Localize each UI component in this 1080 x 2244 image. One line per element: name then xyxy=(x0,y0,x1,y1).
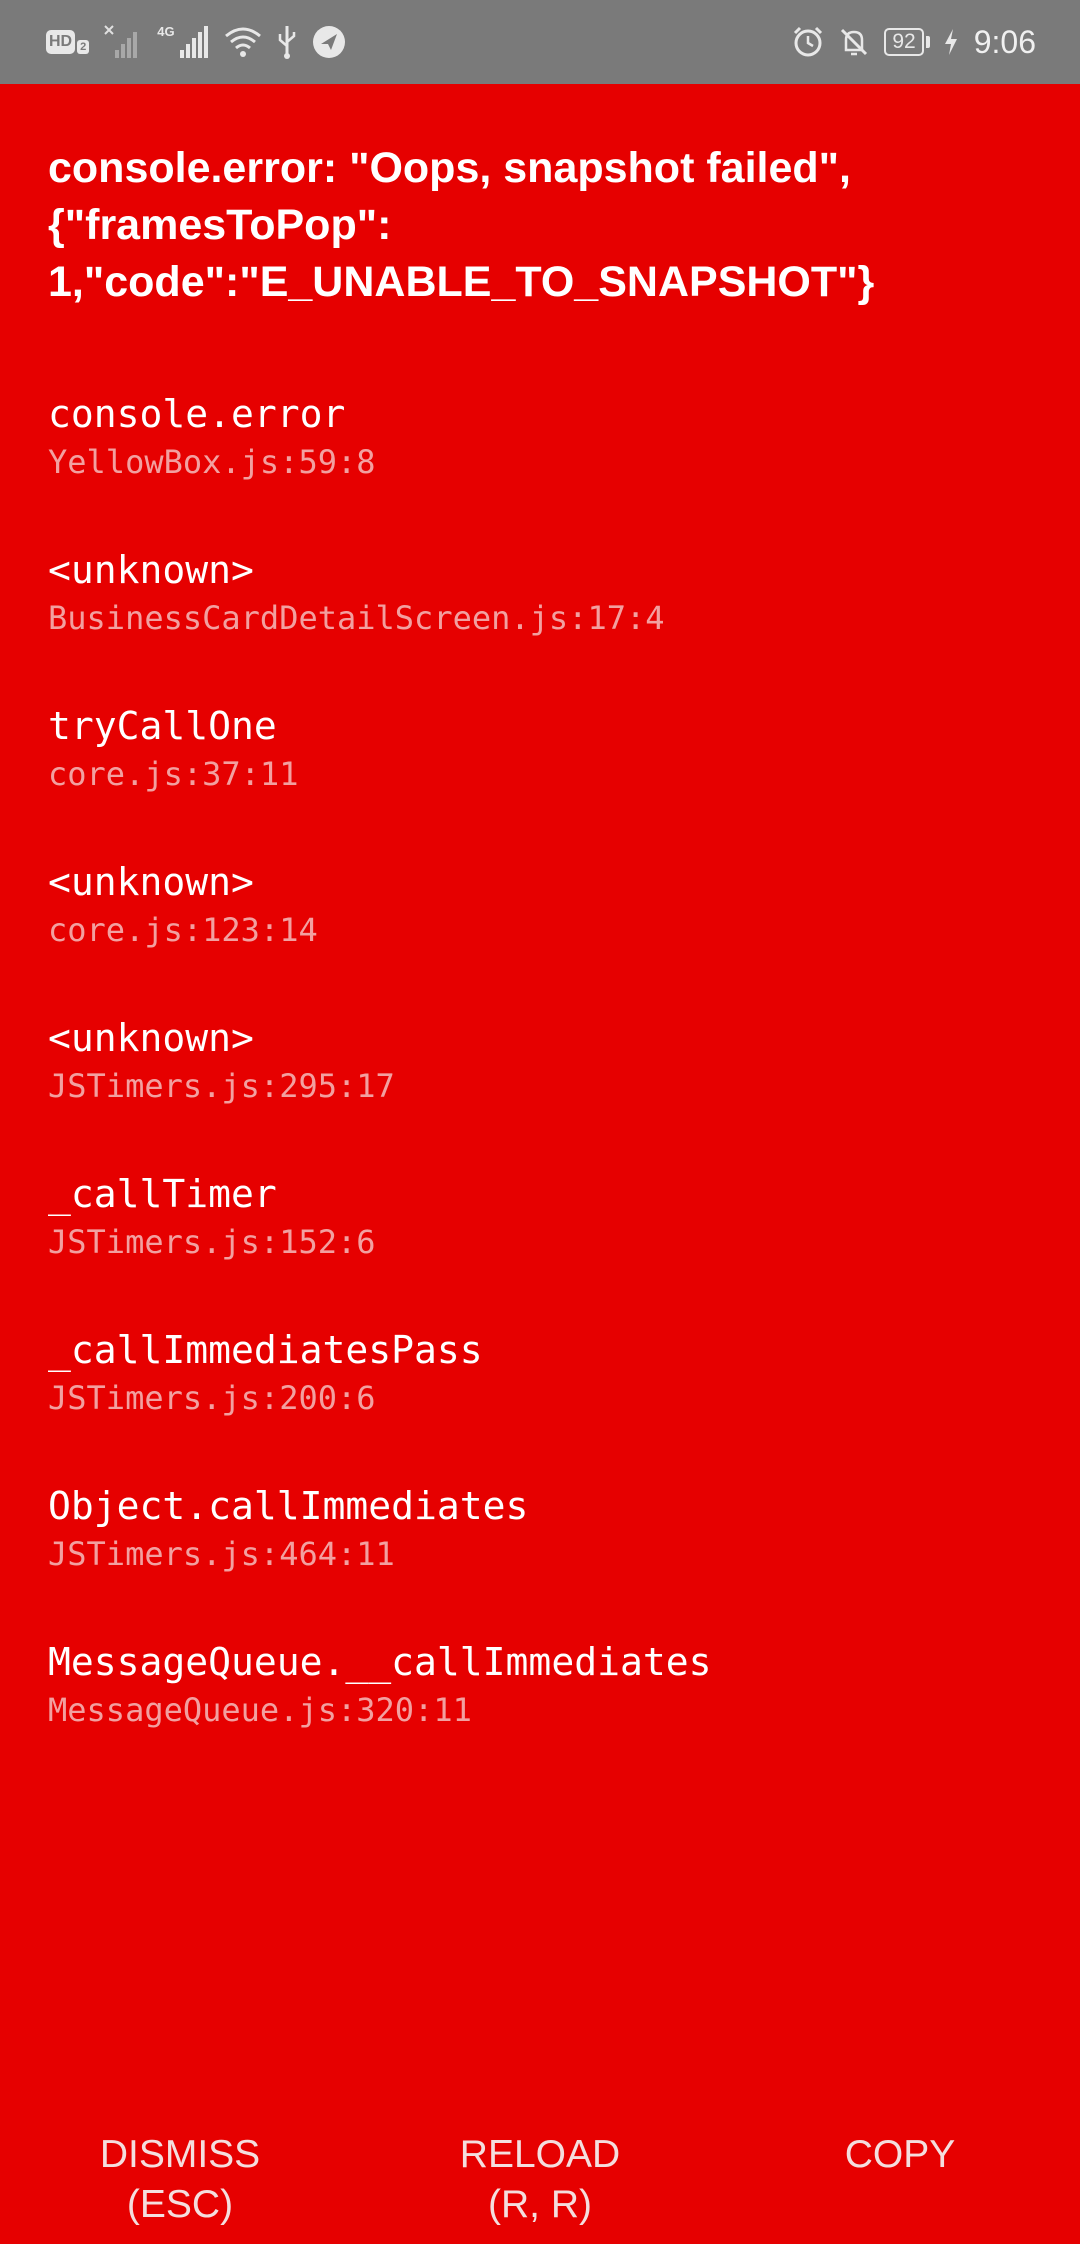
clock: 9:06 xyxy=(973,23,1036,60)
wifi-icon xyxy=(224,26,262,58)
stack-frame-function: MessageQueue.__callImmediates xyxy=(48,1640,712,1684)
stack-frame-location: JSTimers.js:200:6 xyxy=(48,1379,376,1417)
mute-icon xyxy=(838,26,870,58)
stack-frame-location: core.js:123:14 xyxy=(48,911,318,949)
stack-frame[interactable]: <unknown> BusinessCardDetailScreen.js:17:… xyxy=(48,544,1048,700)
dismiss-shortcut: (ESC) xyxy=(126,2183,234,2226)
stack-frame-location: JSTimers.js:295:17 xyxy=(48,1067,395,1105)
copy-button[interactable]: COPY xyxy=(720,2130,1080,2240)
hd-sub-label: 2 xyxy=(77,40,90,54)
stack-frame[interactable]: <unknown> core.js:123:14 xyxy=(48,856,1048,1012)
stack-frame-function: <unknown> xyxy=(48,1016,254,1060)
app-notification-icon xyxy=(312,25,346,59)
stack-frame-function: Object.callImmediates xyxy=(48,1484,529,1528)
stack-frame-location: YellowBox.js:59:8 xyxy=(48,443,376,481)
status-left: HD 2 4G xyxy=(46,24,346,60)
stack-frame-location: MessageQueue.js:320:11 xyxy=(48,1691,472,1729)
alarm-icon xyxy=(792,26,824,58)
copy-label: COPY xyxy=(844,2133,956,2176)
stack-frame-function: _callImmediatesPass xyxy=(48,1328,483,1372)
charging-icon xyxy=(944,28,958,56)
stack-frame-function: console.error xyxy=(48,392,346,436)
battery-icon: 92 xyxy=(884,28,930,56)
reload-button[interactable]: RELOAD (R, R) xyxy=(360,2130,720,2240)
signal-4g-icon: 4G xyxy=(157,24,209,60)
stack-frame[interactable]: _callImmediatesPass JSTimers.js:200:6 xyxy=(48,1324,1048,1480)
reload-label: RELOAD xyxy=(459,2133,621,2176)
stack-frame-location: BusinessCardDetailScreen.js:17:4 xyxy=(48,599,665,637)
stack-frame-function: _callTimer xyxy=(48,1172,277,1216)
dismiss-button[interactable]: DISMISS (ESC) xyxy=(0,2130,360,2240)
stack-frame[interactable]: MessageQueue.__callImmediates MessageQueu… xyxy=(48,1636,1048,1792)
stack-frame[interactable]: _callTimer JSTimers.js:152:6 xyxy=(48,1168,1048,1324)
hd-icon: HD 2 xyxy=(46,30,90,54)
hd-label: HD xyxy=(46,30,76,54)
stack-frame[interactable]: console.error YellowBox.js:59:8 xyxy=(48,388,1048,544)
stack-frame[interactable]: tryCallOne core.js:37:11 xyxy=(48,700,1048,856)
battery-level: 92 xyxy=(884,28,924,56)
status-bar: HD 2 4G 92 9:06 xyxy=(0,0,1080,84)
stack-frame-location: JSTimers.js:152:6 xyxy=(48,1223,376,1261)
reload-shortcut: (R, R) xyxy=(488,2183,592,2226)
stack-frame-function: tryCallOne xyxy=(48,704,277,748)
dismiss-label: DISMISS xyxy=(99,2133,261,2176)
stack-frame-location: core.js:37:11 xyxy=(48,755,299,793)
stack-frame[interactable]: Object.callImmediates JSTimers.js:464:11 xyxy=(48,1480,1048,1636)
battery-nub xyxy=(925,36,930,48)
signal-no-sim-icon xyxy=(103,24,143,60)
usb-icon xyxy=(276,24,298,60)
stack-frame-location: JSTimers.js:464:11 xyxy=(48,1535,395,1573)
stack-frame-function: <unknown> xyxy=(48,860,254,904)
stack-frame-function: <unknown> xyxy=(48,548,254,592)
footer-actions: DISMISS (ESC) RELOAD (R, R) COPY xyxy=(0,2130,1080,2240)
status-right: 92 9:06 xyxy=(792,24,1036,61)
stack-trace: console.error YellowBox.js:59:8 <unknown> B… xyxy=(48,388,1048,1792)
stack-frame[interactable]: <unknown> JSTimers.js:295:17 xyxy=(48,1012,1048,1168)
network-label: 4G xyxy=(157,24,175,39)
error-message: console.error: "Oops, snapshot failed", … xyxy=(48,144,875,306)
